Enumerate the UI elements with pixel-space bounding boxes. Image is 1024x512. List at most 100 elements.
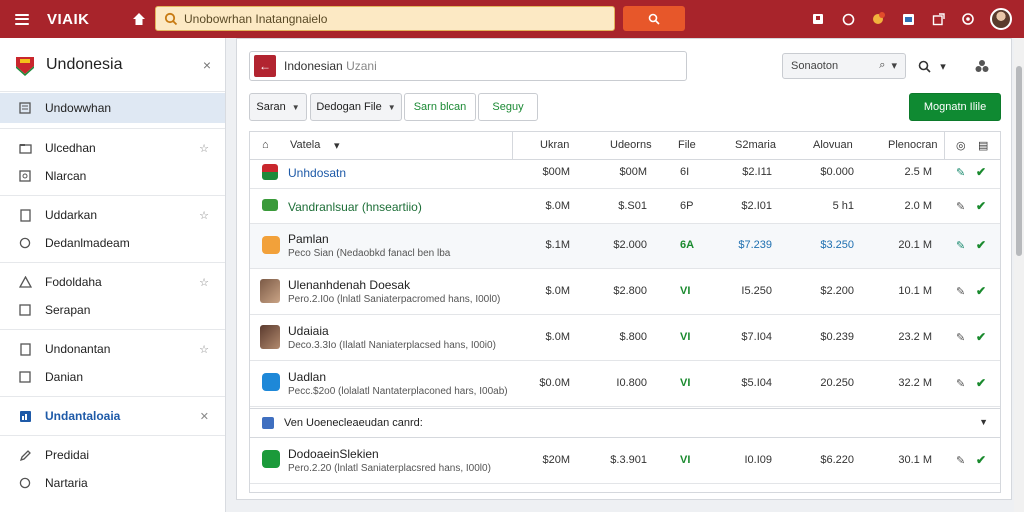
edit-icon[interactable]: ✎ <box>956 285 965 298</box>
edit-icon[interactable]: ✎ <box>956 454 965 467</box>
edit-icon[interactable]: ✎ <box>956 377 965 390</box>
sidebar-item-dedanlmadeam[interactable]: Dedanlmadeam <box>0 229 225 257</box>
sidebar-item-serapan[interactable]: Serapan <box>0 296 225 324</box>
app-brand: VIAIK <box>47 10 90 28</box>
check-icon[interactable]: ✔ <box>976 199 986 213</box>
table-row[interactable]: Udaiaia Deco.3.3Io (Ilalatl Naniaterplac… <box>250 315 1000 361</box>
notification-icon[interactable] <box>870 11 886 27</box>
col-udeorns[interactable]: Udeorns <box>610 139 652 151</box>
path-field[interactable]: ← Indonesian Uzani <box>249 51 687 81</box>
settings-icon[interactable] <box>960 11 976 27</box>
edit-icon[interactable]: ⌕ <box>879 59 885 72</box>
col-plenocran[interactable]: Plenocran <box>888 139 938 151</box>
sidebar-item-predidai[interactable]: Predidai <box>0 441 225 469</box>
chevron-down-icon[interactable]: ▾ <box>334 139 340 152</box>
cluster-icon[interactable] <box>973 57 991 75</box>
group-header[interactable]: Ven Uoenecleaeudan canrd: ▼ <box>250 408 1000 438</box>
edit-icon[interactable]: ✎ <box>956 166 965 179</box>
warning-icon <box>18 275 32 289</box>
list-icon[interactable]: ▤ <box>978 139 988 152</box>
sidebar-item-label: Undowwhan <box>45 101 112 115</box>
table-row[interactable]: Pamlan Peco Sian (Nedaobkd fanacl ben lb… <box>250 224 1000 269</box>
table-row[interactable]: DodoaeinSlekien Pero.2.20 (lnlatl Saniat… <box>250 438 1000 484</box>
chevron-down-icon[interactable]: ▾ <box>934 57 952 75</box>
back-arrow-icon[interactable]: ← <box>254 55 276 77</box>
col-vatela[interactable]: Vatela <box>290 139 320 151</box>
external-link-icon[interactable] <box>930 11 946 27</box>
scrollbar-thumb[interactable] <box>1016 66 1022 256</box>
saran-dropdown[interactable]: Saran ▼ <box>249 93 307 121</box>
primary-action-button[interactable]: Mognatn Ilile <box>909 93 1001 121</box>
sidebar-item-nlarcan[interactable]: Nlarcan <box>0 162 225 190</box>
app-icon <box>262 373 280 391</box>
check-icon[interactable]: ✔ <box>976 238 986 252</box>
pin-icon[interactable]: ☆ <box>199 343 209 356</box>
check-icon[interactable]: ✔ <box>976 376 986 390</box>
sidebar-item-nartaria[interactable]: Nartaria <box>0 469 225 497</box>
close-icon[interactable]: × <box>203 57 211 73</box>
chevron-down-icon: ▼ <box>291 102 300 112</box>
table-row[interactable]: Ulenanhdenah Doesak Pero.2.I0o (lnlatl S… <box>250 269 1000 315</box>
menu-icon[interactable] <box>15 13 29 25</box>
dedogan-file-dropdown[interactable]: Dedogan File ▼ <box>310 93 402 121</box>
table-row[interactable]: Vandranlsuar (hnseartiio) $.0M $.S01 6P … <box>250 189 1000 224</box>
search-input[interactable] <box>184 11 584 26</box>
col-alovuan[interactable]: Alovuan <box>813 139 853 151</box>
vertical-scrollbar[interactable] <box>1014 38 1024 512</box>
check-icon[interactable]: ✔ <box>976 165 986 179</box>
sidebar-item-ulcedhan[interactable]: Ulcedhan ☆ <box>0 134 225 162</box>
path-sub: Uzani <box>346 59 377 73</box>
avatar[interactable] <box>990 8 1012 30</box>
sidebar-item-label: Danian <box>45 370 84 384</box>
pin-icon[interactable]: ☆ <box>199 209 209 222</box>
sidebar-item-label: Dedanlmadeam <box>45 236 130 250</box>
photo-thumbnail <box>260 279 280 303</box>
window-icon[interactable] <box>900 11 916 27</box>
col-file[interactable]: File <box>678 139 696 151</box>
col-s2maria[interactable]: S2maria <box>735 139 776 151</box>
sidebar-item-label: Nlarcan <box>45 169 87 183</box>
sidebar-item-label: Predidai <box>45 448 90 462</box>
search-button[interactable] <box>623 6 685 31</box>
flag-icon <box>262 164 278 180</box>
sidebar-item-fodoldaha[interactable]: Fodoldaha ☆ <box>0 268 225 296</box>
edit-icon[interactable]: ✎ <box>956 200 965 213</box>
pin-icon[interactable]: ☆ <box>199 142 209 155</box>
group-icon <box>262 417 274 429</box>
circle-icon <box>18 236 32 250</box>
sidebar-item-label: Serapan <box>45 303 91 317</box>
sidebar-item-danian[interactable]: Danian <box>0 363 225 391</box>
home-icon[interactable]: ⌂ <box>262 139 269 151</box>
check-icon[interactable]: ✔ <box>976 453 986 467</box>
pin-icon[interactable]: ☆ <box>199 276 209 289</box>
check-icon[interactable]: ✔ <box>976 284 986 298</box>
table-row[interactable]: Uadlan Pecc.$2o0 (lolalatl Nantaterplaco… <box>250 361 1000 407</box>
bookmark-icon[interactable] <box>810 11 826 27</box>
sidebar-item-label: Undantaloaia <box>45 409 121 423</box>
filter-field[interactable]: Sonaoton ⌕ ▾ <box>782 53 906 79</box>
settings-icon[interactable]: ◎ <box>956 139 966 152</box>
chevron-down-icon[interactable]: ▼ <box>979 417 988 427</box>
sidebar-item-undantaloaia[interactable]: Undantaloaia ✕ <box>0 402 225 430</box>
home-icon[interactable] <box>132 12 146 26</box>
file-icon <box>18 342 32 356</box>
seguy-button[interactable]: Seguy <box>478 93 538 121</box>
search-bar[interactable] <box>155 6 615 31</box>
chat-icon[interactable] <box>840 11 856 27</box>
col-ukran[interactable]: Ukran <box>540 139 569 151</box>
sidebar-item-undonantan[interactable]: Undonantan ☆ <box>0 335 225 363</box>
flag-icon <box>16 56 34 76</box>
sarn-blcan-button[interactable]: Sarn blcan <box>404 93 476 121</box>
close-icon[interactable]: ✕ <box>200 410 209 423</box>
search-icon[interactable] <box>915 57 933 75</box>
top-bar: VIAIK <box>0 0 1024 38</box>
table-row[interactable]: Unhdosatn $00M $00M 6I $2.I11 $0.000 2.5… <box>250 160 1000 189</box>
document-icon <box>18 101 32 115</box>
chevron-down-icon[interactable]: ▾ <box>891 59 897 72</box>
edit-icon[interactable]: ✎ <box>956 239 965 252</box>
sidebar-item-undowwhan[interactable]: Undowwhan <box>0 93 225 123</box>
check-icon[interactable]: ✔ <box>976 330 986 344</box>
sidebar-item-uddarkan[interactable]: Uddarkan ☆ <box>0 201 225 229</box>
edit-icon[interactable]: ✎ <box>956 331 965 344</box>
sidebar-item-label: Undonantan <box>45 342 111 356</box>
